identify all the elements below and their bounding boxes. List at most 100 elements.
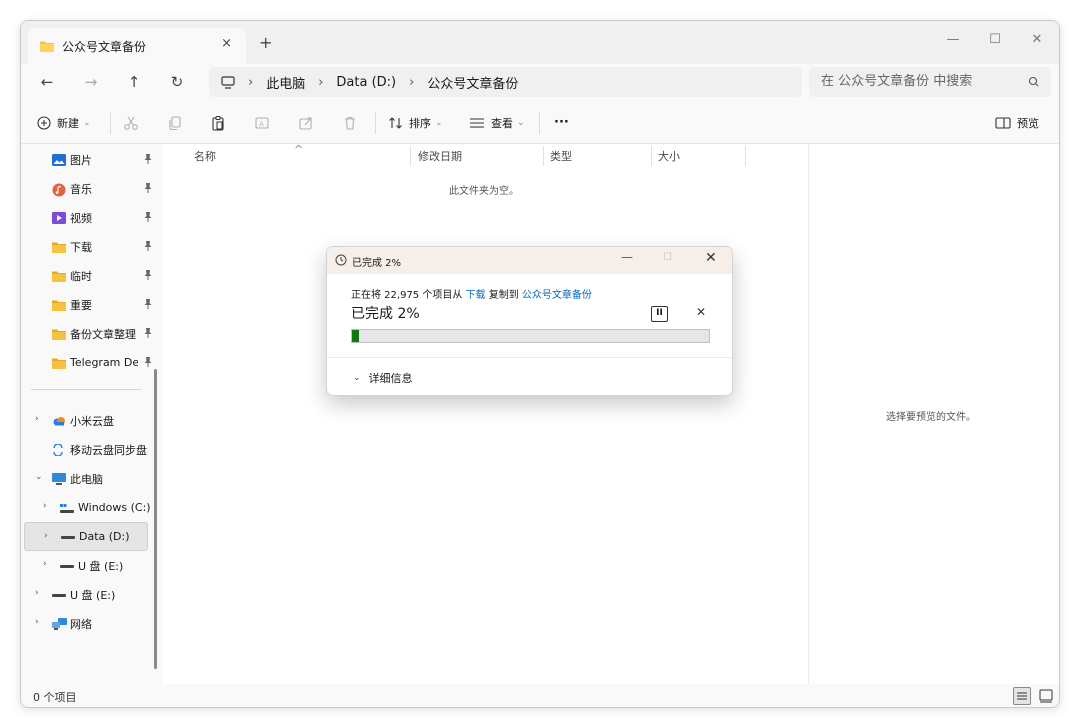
tab-title: 公众号文章备份 [62, 39, 147, 54]
refresh-button[interactable]: ↻ [163, 68, 191, 96]
copy-button[interactable] [167, 101, 183, 144]
view-button[interactable]: 查看 ⌄ [469, 101, 525, 144]
copy-description: 正在将 22,975 个项目从 下载 复制到 公众号文章备份 [351, 286, 592, 301]
sidebar-item-小米云盘[interactable]: › 小米云盘 [21, 406, 162, 435]
details-view-button[interactable] [1013, 687, 1031, 705]
pin-icon[interactable] [144, 154, 152, 164]
forward-button[interactable]: → [77, 68, 105, 96]
sidebar-item-视频[interactable]: 视频 [21, 203, 162, 232]
expand-chevron-icon[interactable]: › [35, 588, 39, 598]
share-button[interactable] [298, 101, 314, 144]
back-button[interactable]: ← [33, 68, 61, 96]
column-header-type[interactable]: 类型 [550, 148, 572, 164]
dialog-close-button[interactable]: ✕ [705, 250, 717, 266]
expand-chevron-icon[interactable]: › [35, 617, 39, 627]
sidebar-scrollbar[interactable] [154, 369, 157, 669]
breadcrumb-data-drive[interactable]: Data (D:) [336, 75, 396, 90]
breadcrumb-separator: › [409, 74, 415, 90]
breadcrumb-separator: › [248, 74, 254, 90]
pin-icon[interactable] [144, 328, 152, 338]
file-list[interactable]: 名称 ^ 修改日期 类型 大小 此文件夹为空。 [162, 143, 808, 684]
cancel-copy-button[interactable]: ✕ [696, 305, 706, 319]
minimize-button[interactable]: — [933, 27, 973, 53]
sidebar-item-Telegram Desktop[interactable]: Telegram Desktop [21, 348, 162, 377]
column-divider[interactable] [651, 146, 652, 166]
sidebar-item-下载[interactable]: 下载 [21, 232, 162, 261]
sort-button[interactable]: 排序 ⌄ [388, 101, 443, 144]
dialog-minimize-button[interactable]: — [621, 250, 633, 264]
folder-icon [40, 41, 54, 52]
new-label: 新建 [57, 116, 79, 130]
tiles-view-button[interactable] [1037, 687, 1055, 705]
chevron-down-icon: ⌄ [517, 117, 525, 128]
sidebar-item-label: 音乐 [70, 182, 92, 196]
sidebar-item-label: 备份文章整理 [70, 327, 136, 341]
pin-icon[interactable] [144, 241, 152, 251]
pin-icon[interactable] [144, 357, 152, 367]
sidebar-item-重要[interactable]: 重要 [21, 290, 162, 319]
paste-button[interactable] [210, 101, 226, 144]
sidebar-item-U 盘 (E:)[interactable]: › U 盘 (E:) [21, 580, 162, 609]
new-button[interactable]: 新建 ⌄ [37, 101, 91, 144]
sidebar-item-Data (D:)[interactable]: › Data (D:) [24, 522, 148, 551]
progress-bar [351, 329, 710, 343]
column-divider[interactable] [410, 146, 411, 166]
sidebar-item-此电脑[interactable]: ⌄ 此电脑 [21, 464, 162, 493]
breadcrumb-this-pc[interactable]: 此电脑 [266, 73, 305, 92]
sidebar-item-label: 重要 [70, 298, 92, 312]
expand-chevron-icon[interactable]: ⌄ [35, 472, 43, 482]
column-divider[interactable] [745, 146, 746, 166]
source-folder-link[interactable]: 下载 [466, 290, 486, 301]
sidebar-item-临时[interactable]: 临时 [21, 261, 162, 290]
rename-button[interactable]: A [254, 101, 270, 144]
sidebar-item-图片[interactable]: 图片 [21, 145, 162, 174]
tab-close-button[interactable]: × [221, 36, 232, 51]
chevron-down-icon: ⌄ [83, 117, 91, 128]
search-placeholder: 在 公众号文章备份 中搜索 [821, 74, 973, 89]
more-details-toggle[interactable]: ⌄ 详细信息 [353, 370, 413, 386]
sidebar-item-label: Data (D:) [79, 530, 130, 543]
more-options-button[interactable]: ··· [554, 101, 569, 144]
column-header-date[interactable]: 修改日期 [418, 148, 462, 164]
more-details-label: 详细信息 [368, 372, 413, 385]
column-header-size[interactable]: 大小 [658, 148, 680, 164]
expand-chevron-icon[interactable]: › [43, 559, 47, 569]
pin-icon[interactable] [144, 183, 152, 193]
expand-chevron-icon[interactable]: › [35, 414, 39, 424]
music-icon [52, 183, 66, 196]
maximize-button[interactable]: ☐ [975, 27, 1015, 53]
pin-icon[interactable] [144, 299, 152, 309]
clock-icon [335, 254, 347, 266]
up-button[interactable]: ↑ [120, 68, 148, 96]
destination-folder-link[interactable]: 公众号文章备份 [522, 290, 592, 301]
new-tab-button[interactable]: + [259, 33, 272, 52]
sidebar-item-label: 此电脑 [70, 472, 103, 486]
sidebar-item-网络[interactable]: › 网络 [21, 609, 162, 638]
expand-chevron-icon[interactable]: › [43, 501, 47, 511]
column-header-name[interactable]: 名称 [194, 148, 216, 164]
pin-icon[interactable] [144, 270, 152, 280]
sidebar-item-备份文章整理[interactable]: 备份文章整理 [21, 319, 162, 348]
sidebar-item-U 盘 (E:)[interactable]: › U 盘 (E:) [21, 551, 162, 580]
sidebar-item-Windows (C:)[interactable]: › Windows (C:) [21, 493, 162, 522]
search-input[interactable]: 在 公众号文章备份 中搜索 [809, 67, 1051, 97]
address-bar[interactable]: › 此电脑 › Data (D:) › 公众号文章备份 [209, 67, 802, 97]
sidebar-item-移动云盘同步盘[interactable]: 移动云盘同步盘 [21, 435, 162, 464]
column-divider[interactable] [543, 146, 544, 166]
sidebar-item-音乐[interactable]: 音乐 [21, 174, 162, 203]
delete-button[interactable] [342, 101, 358, 144]
cut-button[interactable] [123, 101, 139, 144]
clipboard-icon [212, 115, 224, 131]
sidebar-item-label: U 盘 (E:) [78, 559, 124, 573]
close-window-button[interactable]: ✕ [1017, 27, 1057, 53]
preview-pane-button[interactable]: 预览 [995, 101, 1039, 144]
dialog-maximize-button[interactable]: ☐ [663, 252, 672, 263]
copy-description-prefix: 正在将 22,975 个项目从 [351, 290, 466, 301]
tab-current-folder[interactable]: 公众号文章备份 × [28, 28, 246, 64]
pin-icon[interactable] [144, 212, 152, 222]
expand-chevron-icon[interactable]: › [44, 531, 48, 541]
svg-text:A: A [259, 120, 264, 128]
pause-button[interactable]: II [651, 306, 668, 322]
item-count: 0 个项目 [33, 691, 77, 704]
breadcrumb-current-folder[interactable]: 公众号文章备份 [427, 73, 518, 92]
